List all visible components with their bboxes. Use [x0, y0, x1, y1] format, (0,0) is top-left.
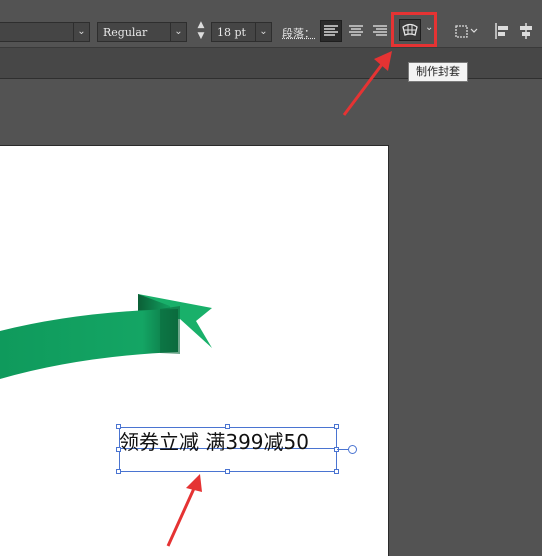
selection-handle[interactable] — [116, 447, 121, 452]
envelope-warp-icon — [402, 23, 418, 36]
align-center-button[interactable] — [345, 20, 367, 42]
chevron-down-icon[interactable]: ⌄ — [170, 23, 186, 41]
selection-handle[interactable] — [334, 424, 339, 429]
chevron-down-icon[interactable]: ⌄ — [73, 23, 89, 41]
annotation-arrow-bottom — [166, 474, 202, 547]
shape-icon — [455, 25, 478, 38]
chevron-down-icon[interactable]: ⌄ — [425, 22, 433, 33]
shape-options-button[interactable] — [452, 20, 480, 42]
align-center-icon — [349, 25, 363, 36]
align-left-edges-icon — [495, 23, 508, 39]
envelope-icon-box — [399, 19, 421, 41]
tooltip: 制作封套 — [408, 62, 468, 82]
text-object[interactable]: 领券立减 满399减50 — [119, 426, 309, 455]
align-horizontal-center-icon — [520, 23, 532, 39]
selection-handle[interactable] — [225, 424, 230, 429]
port-connector-line — [337, 449, 348, 450]
selection-handle[interactable] — [116, 469, 121, 474]
font-family-field[interactable]: ⌄ — [0, 22, 90, 42]
font-size-stepper[interactable]: ▲ ▼ — [193, 20, 209, 44]
align-right-icon — [373, 25, 387, 36]
text-out-port[interactable] — [348, 445, 357, 454]
selection-handle[interactable] — [116, 424, 121, 429]
font-style-field[interactable]: Regular ⌄ — [97, 22, 187, 42]
font-style-value: Regular — [103, 26, 148, 39]
font-size-value: 18 pt — [217, 26, 246, 39]
align-left-edges-button[interactable] — [492, 20, 512, 42]
paragraph-label[interactable]: 段落： — [282, 25, 315, 41]
selection-handle[interactable] — [225, 469, 230, 474]
font-size-field[interactable]: 18 pt ⌄ — [211, 22, 272, 42]
align-horizontal-center-button[interactable] — [516, 20, 536, 42]
make-envelope-button[interactable]: ⌄ — [391, 12, 437, 47]
align-left-button[interactable] — [320, 20, 342, 42]
annotation-arrow-top — [342, 51, 392, 116]
stepper-up-icon[interactable]: ▲ — [193, 20, 209, 31]
stepper-down-icon[interactable]: ▼ — [193, 31, 209, 42]
selection-handle[interactable] — [334, 469, 339, 474]
align-left-icon — [324, 25, 338, 36]
align-right-button[interactable] — [369, 20, 391, 42]
chevron-down-icon[interactable]: ⌄ — [255, 23, 271, 41]
